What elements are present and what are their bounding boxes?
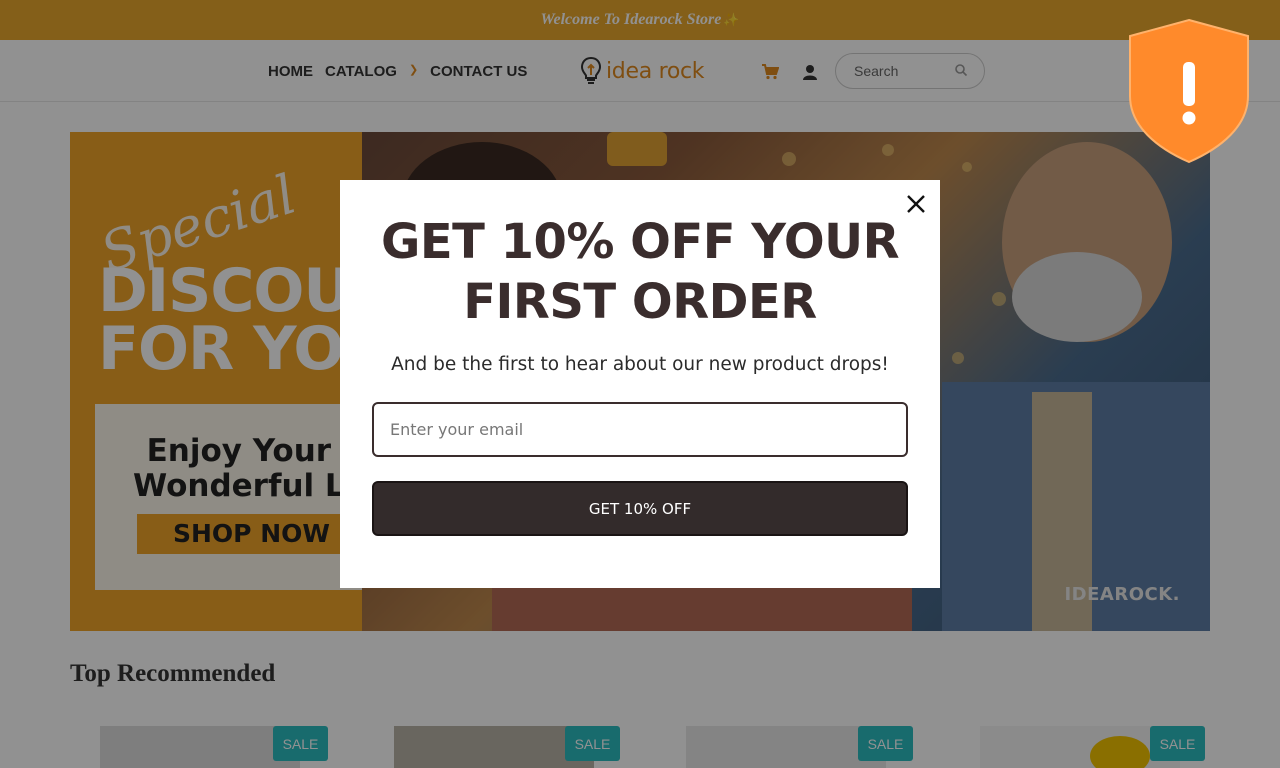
get-discount-button[interactable]: GET 10% OFF: [372, 481, 908, 536]
popup-subtitle: And be the first to hear about our new p…: [391, 354, 889, 375]
discount-popup: GET 10% OFF YOUR FIRST ORDER And be the …: [340, 180, 940, 588]
popup-title-line1: GET 10% OFF YOUR: [380, 214, 900, 270]
shield-alert-icon[interactable]: [1126, 18, 1252, 164]
email-field[interactable]: [372, 402, 908, 457]
popup-title-line2: FIRST ORDER: [463, 274, 817, 330]
popup-title: GET 10% OFF YOUR FIRST ORDER: [340, 212, 940, 332]
